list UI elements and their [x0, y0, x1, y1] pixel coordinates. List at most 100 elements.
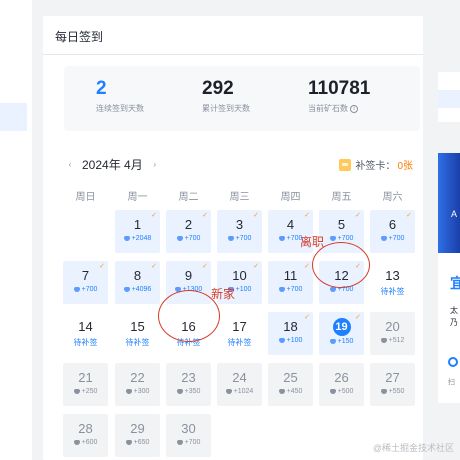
ore-icon	[176, 235, 183, 241]
checkmark-icon: ✓	[253, 212, 259, 219]
calendar-day: 1 +2048 ✓	[115, 210, 160, 253]
day-reward: 待补签	[370, 286, 415, 297]
day-reward: 待补签	[115, 337, 160, 348]
reward-text: +700	[184, 235, 201, 242]
reward-text: +700	[286, 286, 303, 293]
day-number: 25	[283, 370, 298, 385]
ore-icon	[329, 338, 336, 344]
ore-icon	[73, 388, 80, 394]
reward-text: +700	[388, 235, 405, 242]
reward-text: +700	[184, 439, 201, 446]
day-number: 13	[385, 268, 400, 283]
day-number: 6	[388, 217, 397, 232]
ore-icon	[225, 388, 232, 394]
reward-text: +600	[81, 439, 98, 446]
ore-icon	[278, 337, 285, 343]
calendar-day: 7 +700 ✓	[63, 261, 108, 304]
stat-value: 2	[96, 78, 107, 99]
ore-icon	[278, 235, 285, 241]
next-month-icon[interactable]: ›	[149, 160, 161, 169]
day-number: 5	[337, 217, 346, 232]
stat-value: 110781	[308, 78, 371, 99]
stat-consecutive: 2 连续签到天数	[96, 77, 144, 114]
supplement-label: 补签卡：	[355, 161, 396, 172]
prev-month-icon[interactable]: ‹	[64, 160, 76, 169]
day-number: 14	[78, 319, 93, 334]
calendar-grid: 1 +2048 ✓ 2 +700 ✓ 3 +700 ✓ 4 +700 ✓ 5 +700 ✓ 6 +700 ✓ 7 +7…	[63, 210, 420, 460]
checkmark-icon: ✓	[355, 314, 361, 321]
day-reward: +700	[166, 439, 211, 446]
day-reward: +2048	[115, 235, 160, 242]
ore-icon	[125, 388, 132, 394]
calendar-day: 3 +700 ✓	[217, 210, 262, 253]
ore-icon	[227, 235, 234, 241]
weekday-label: 周三	[229, 192, 250, 203]
calendar-day: 11 +700 ✓	[268, 261, 313, 304]
calendar-day: 18 +100 ✓	[268, 312, 313, 355]
checkmark-icon: ✓	[202, 212, 208, 219]
day-reward: +300	[115, 388, 160, 395]
ore-icon	[123, 286, 130, 292]
calendar-day[interactable]: 17 待补签	[217, 312, 262, 355]
stats-box: 2 连续签到天数 292 累计签到天数 110781 当前矿石数 i	[64, 66, 420, 131]
stat-label: 连续签到天数	[96, 104, 144, 113]
day-reward: +450	[268, 388, 313, 395]
supplement-card-icon	[339, 158, 352, 171]
ad-banner[interactable]: A	[438, 153, 460, 253]
day-reward: +4096	[115, 286, 160, 293]
day-reward: +1024	[217, 388, 262, 395]
daily-checkin-panel: 每日签到 2 连续签到天数 292 累计签到天数 110781 当前矿石数 i ‹…	[43, 16, 423, 460]
ore-icon	[380, 337, 387, 343]
day-number: 10	[232, 268, 247, 283]
ore-icon	[73, 439, 80, 445]
day-number: 20	[385, 319, 400, 334]
supplement-card-info[interactable]: 补签卡： 0张	[339, 157, 413, 172]
day-reward: +600	[63, 439, 108, 446]
stat-ore: 110781 当前矿石数 i	[308, 77, 370, 114]
reward-text: +450	[286, 388, 303, 395]
day-reward: +700	[370, 235, 415, 242]
day-reward: +150	[319, 338, 364, 345]
ore-icon	[176, 388, 183, 394]
day-number: 9	[184, 268, 193, 283]
right-widget-tab[interactable]	[438, 90, 460, 108]
right-column: A 宜 太 乃 扫	[438, 16, 460, 460]
day-number: 4	[286, 217, 295, 232]
day-number: 28	[78, 421, 93, 436]
sidebar-active-item[interactable]	[0, 103, 27, 131]
calendar-day[interactable]: 15 待补签	[115, 312, 160, 355]
ore-icon	[329, 388, 336, 394]
day-number: 7	[81, 268, 90, 283]
calendar-day: 30 +700	[166, 414, 211, 457]
reward-text: +2048	[131, 235, 152, 242]
day-reward: +650	[115, 439, 160, 446]
stat-value: 292	[202, 78, 234, 99]
day-number: 30	[181, 421, 196, 436]
day-reward: +550	[370, 388, 415, 395]
day-number: 26	[334, 370, 349, 385]
calendar-day[interactable]: 19 +150 ✓	[319, 312, 364, 355]
day-reward: +500	[319, 388, 364, 395]
day-number: 17	[232, 319, 247, 334]
reward-text: +550	[388, 388, 405, 395]
checkmark-icon: ✓	[151, 263, 157, 270]
calendar-day: 22 +300	[115, 363, 160, 406]
calendar-day[interactable]: 13 待补签	[370, 261, 415, 304]
reward-text: +100	[235, 286, 252, 293]
card-heading: 宜	[450, 275, 460, 291]
day-number: 1	[133, 217, 142, 232]
day-number: 24	[232, 370, 247, 385]
weekday-label: 周四	[280, 192, 301, 203]
checkmark-icon: ✓	[304, 263, 310, 270]
ore-icon	[278, 286, 285, 292]
day-reward: 待补签	[63, 337, 108, 348]
day-number: 27	[385, 370, 400, 385]
day-number: 29	[130, 421, 145, 436]
reward-text: +100	[286, 337, 303, 344]
reward-text: +300	[133, 388, 150, 395]
panel-divider	[43, 54, 423, 55]
day-reward: +700	[166, 235, 211, 242]
calendar-day[interactable]: 14 待补签	[63, 312, 108, 355]
info-icon[interactable]: i	[350, 104, 358, 113]
weekday-header: 周日 周一 周二 周三 周四 周五 周六	[63, 188, 420, 204]
